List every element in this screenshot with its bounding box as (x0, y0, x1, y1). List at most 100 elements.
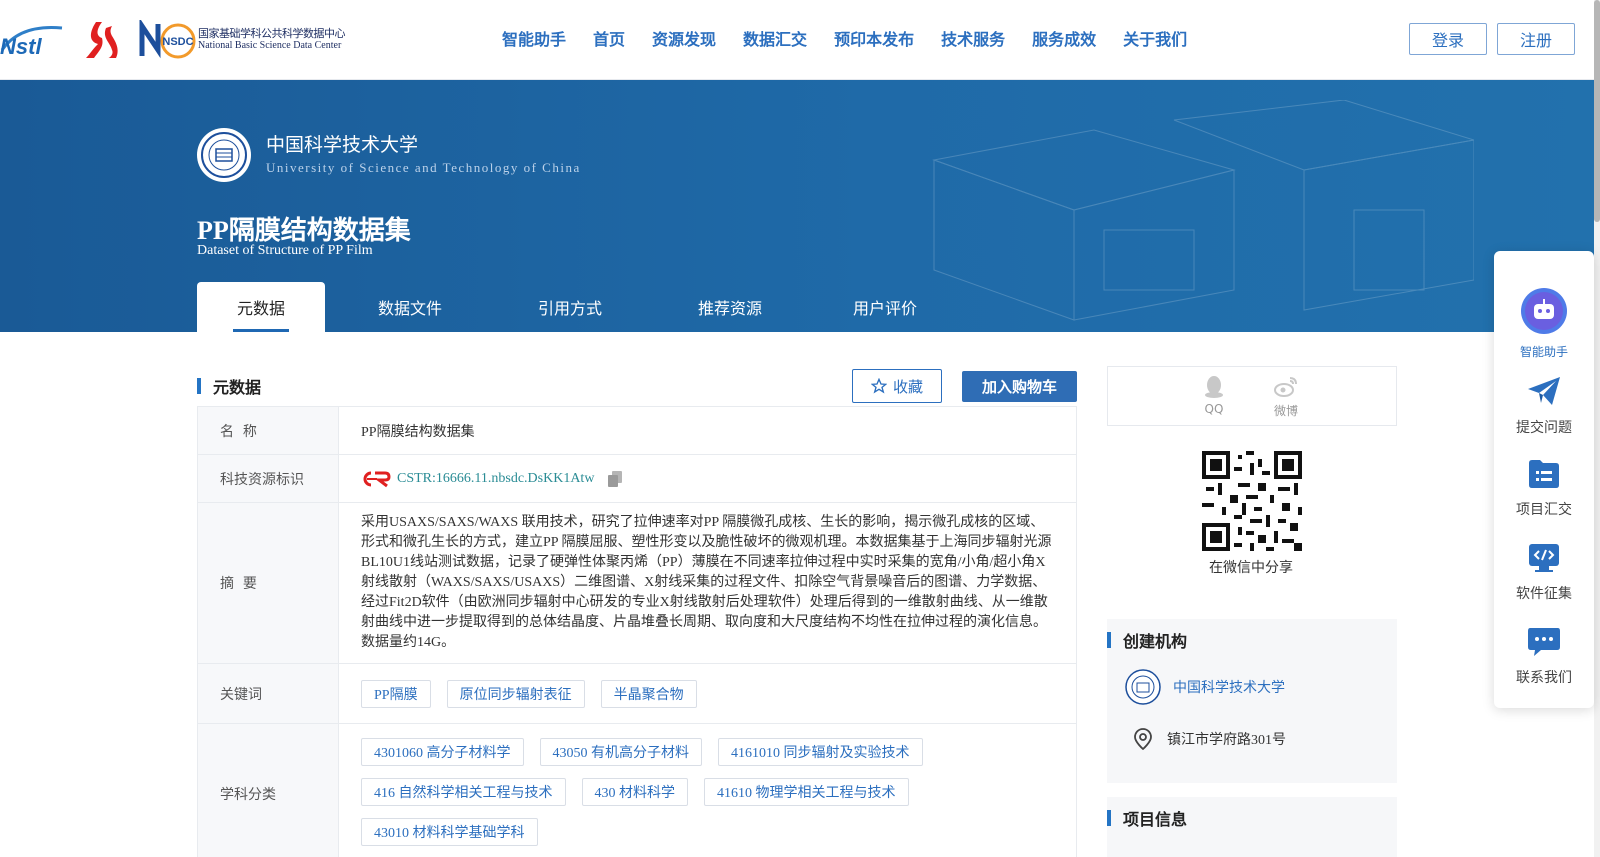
creator-org-name[interactable]: 中国科学技术大学 (1173, 677, 1285, 697)
table-row: 科技资源标识 CSTR:16666.11.nbsdc.DsKK1Atw (198, 455, 1076, 503)
favorite-label: 收藏 (892, 377, 923, 396)
keyword-tag[interactable]: PP隔膜 (361, 679, 431, 708)
nav-preprint[interactable]: 预印本发布 (834, 26, 914, 54)
subject-tag[interactable]: 430 材料科学 (581, 778, 688, 806)
tab-data-files[interactable]: 数据文件 (325, 282, 495, 332)
float-contact-us[interactable]: 联系我们 (1494, 627, 1594, 687)
folder-list-icon (1529, 460, 1559, 488)
creator-address-text: 镇江市学府路301号 (1167, 733, 1286, 748)
subject-tag[interactable]: 416 自然科学相关工程与技术 (361, 778, 566, 806)
login-button[interactable]: 登录 (1409, 23, 1487, 55)
dataset-title: PP隔膜结构数据集 (197, 216, 411, 245)
subject-tag[interactable]: 41610 物理学相关工程与技术 (704, 778, 909, 806)
subjects-value: 4301060 高分子材料学 43050 有机高分子材料 4161010 同步辐… (339, 724, 1076, 857)
scrollbar[interactable] (1594, 0, 1600, 857)
float-ai-assistant[interactable]: 智能助手 (1494, 287, 1594, 360)
ustc-small-logo (1125, 669, 1161, 705)
dataset-tabs: 元数据 数据文件 引用方式 推荐资源 用户评价 (197, 282, 955, 332)
add-to-cart-button[interactable]: 加入购物车 (962, 371, 1077, 402)
creator-card: 创建机构 中国科学技术大学 镇江市学府路301号 (1107, 619, 1397, 783)
code-icon (1529, 544, 1559, 572)
nsdc-logo[interactable]: NSDC 国家基础学科公共科学数据中心 National Basic Scien… (136, 20, 346, 60)
keywords-label: 关键词 (198, 664, 339, 723)
name-label: 名 称 (198, 407, 339, 454)
abstract-text: 采用USAXS/SAXS/WAXS 联用技术，研究了拉伸速率对PP 隔膜微孔成核… (361, 515, 1052, 650)
project-card: 项目信息 (1107, 797, 1397, 857)
nav-tech-services[interactable]: 技术服务 (941, 26, 1005, 54)
share-weibo[interactable]: 微博 (1266, 375, 1306, 419)
nsdc-name-cn: 国家基础学科公共科学数据中心 (198, 27, 346, 40)
nav-home[interactable]: 首页 (593, 26, 625, 54)
scrollbar-thumb[interactable] (1594, 0, 1600, 222)
dataset-banner: 中国科学技术大学 University of Science and Techn… (0, 80, 1594, 332)
register-button[interactable]: 注册 (1497, 23, 1575, 55)
tab-recommended[interactable]: 推荐资源 (645, 282, 815, 332)
float-submit-label: 提交问题 (1516, 420, 1572, 436)
top-header: Nstl NSDC 国家基础学科公共科学数据中心 National Basic … (0, 0, 1594, 80)
wechat-qr-code (1202, 451, 1302, 551)
tab-reviews[interactable]: 用户评价 (815, 282, 955, 332)
keyword-tag[interactable]: 原位同步辐射表征 (446, 679, 585, 708)
share-panel: QQ 微博 (1107, 366, 1397, 426)
name-value: PP隔膜结构数据集 (361, 424, 475, 440)
qr-caption: 在微信中分享 (1209, 560, 1293, 576)
nav-ai-assistant[interactable]: 智能助手 (502, 26, 566, 54)
tab-metadata[interactable]: 元数据 (197, 282, 325, 332)
section-marker (1107, 810, 1111, 826)
float-software-collection[interactable]: 软件征集 (1494, 543, 1594, 603)
subject-tag[interactable]: 43010 材料科学基础学科 (361, 818, 538, 846)
table-row: 摘 要 采用USAXS/SAXS/WAXS 联用技术，研究了拉伸速率对PP 隔膜… (198, 503, 1076, 664)
cstr-logo-icon (363, 471, 391, 487)
paper-plane-icon (1528, 377, 1560, 405)
metadata-section-title: 元数据 (213, 378, 262, 397)
float-project-label: 项目汇交 (1516, 502, 1572, 518)
nsdc-mark: NSDC (139, 20, 196, 59)
qq-icon (1205, 376, 1223, 398)
nstl-logo[interactable]: Nstl (0, 20, 66, 60)
nav-resource-discovery[interactable]: 资源发现 (652, 26, 716, 54)
copy-icon[interactable] (608, 470, 623, 487)
institution-name-cn: 中国科学技术大学 (266, 134, 419, 156)
red-logo[interactable] (82, 20, 120, 60)
subject-tag[interactable]: 4161010 同步辐射及实验技术 (718, 738, 923, 766)
share-weibo-label: 微博 (1273, 404, 1298, 418)
subject-tag[interactable]: 43050 有机高分子材料 (539, 738, 702, 766)
cstr-link[interactable]: CSTR:16666.11.nbsdc.DsKK1Atw (397, 471, 594, 487)
project-title: 项目信息 (1123, 810, 1188, 829)
table-row: 学科分类 4301060 高分子材料学 43050 有机高分子材料 416101… (198, 724, 1076, 857)
abstract-label: 摘 要 (198, 503, 339, 663)
nav-outcomes[interactable]: 服务成效 (1032, 26, 1096, 54)
section-marker (197, 378, 201, 394)
main-nav: 智能助手 首页 资源发现 数据汇交 预印本发布 技术服务 服务成效 关于我们 (502, 26, 1214, 54)
creator-title: 创建机构 (1123, 632, 1188, 651)
creator-address: 镇江市学府路301号 (1107, 713, 1397, 765)
banner-decoration (932, 100, 1474, 321)
float-submit-question[interactable]: 提交问题 (1494, 375, 1594, 437)
share-qq[interactable]: QQ (1194, 375, 1234, 416)
robot-icon (1521, 288, 1567, 334)
identifier-value: CSTR:16666.11.nbsdc.DsKK1Atw (339, 455, 1076, 502)
logo-group: Nstl NSDC 国家基础学科公共科学数据中心 National Basic … (0, 18, 346, 62)
share-qq-label: QQ (1204, 402, 1224, 416)
institution-name-en: University of Science and Technology of … (266, 160, 581, 175)
chat-bubble-icon (1528, 628, 1560, 656)
favorite-button[interactable]: 收藏 (852, 369, 942, 403)
identifier-label: 科技资源标识 (198, 455, 339, 502)
table-row: 关键词 PP隔膜 原位同步辐射表征 半晶聚合物 (198, 664, 1076, 724)
ustc-logo (197, 128, 251, 182)
creator-org[interactable]: 中国科学技术大学 (1107, 661, 1397, 713)
keyword-tag[interactable]: 半晶聚合物 (600, 679, 697, 708)
floating-toolbar: 智能助手 提交问题 项目汇交 软件征集 联系我们 (1494, 251, 1594, 708)
svg-text:NSDC: NSDC (162, 36, 193, 48)
svg-text:Nstl: Nstl (0, 34, 42, 59)
tab-citation[interactable]: 引用方式 (495, 282, 645, 332)
nav-data-submission[interactable]: 数据汇交 (743, 26, 807, 54)
float-ai-label: 智能助手 (1519, 345, 1568, 359)
subject-tag[interactable]: 4301060 高分子材料学 (361, 738, 524, 766)
nav-about[interactable]: 关于我们 (1123, 26, 1187, 54)
subjects-label: 学科分类 (198, 724, 339, 857)
location-pin-icon (1134, 728, 1152, 750)
float-project-submission[interactable]: 项目汇交 (1494, 459, 1594, 519)
section-marker (1107, 632, 1111, 648)
table-row: 名 称 PP隔膜结构数据集 (198, 407, 1076, 455)
